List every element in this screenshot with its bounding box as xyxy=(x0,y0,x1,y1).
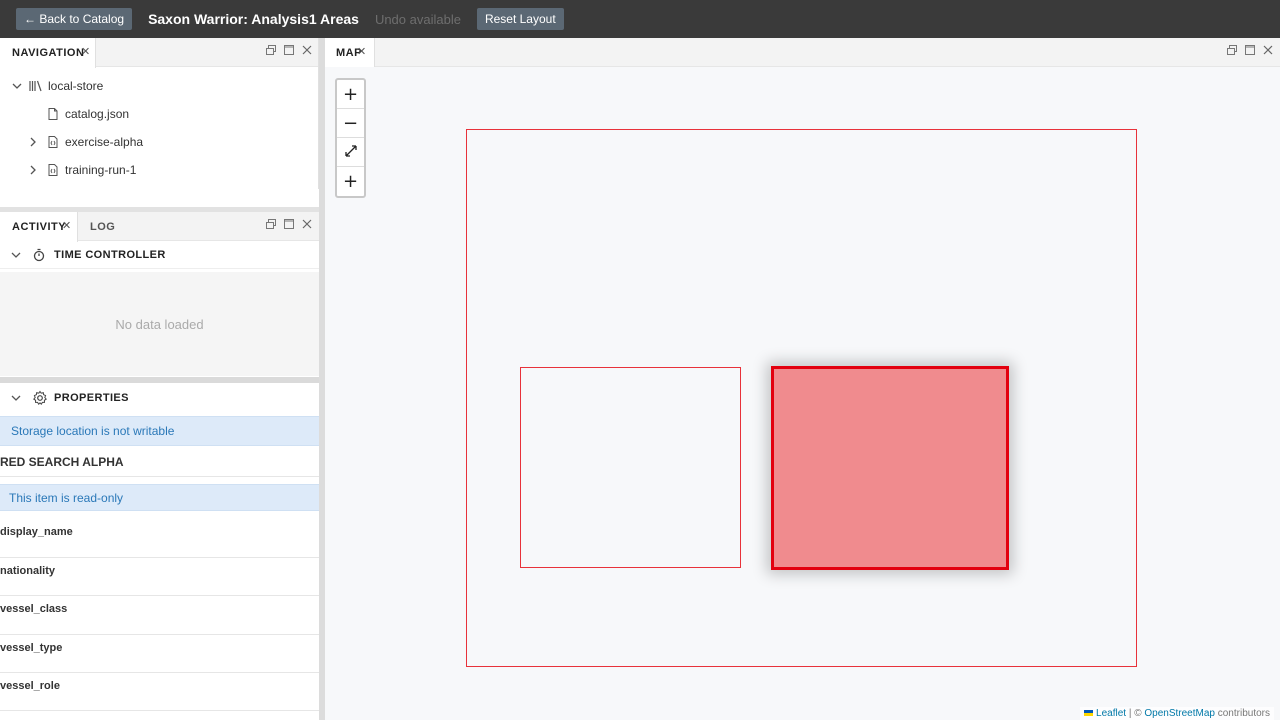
chevron-down-icon[interactable] xyxy=(10,79,24,93)
ukraine-flag-icon xyxy=(1084,710,1094,717)
popout-icon[interactable] xyxy=(265,44,277,56)
property-row[interactable]: nationality xyxy=(0,558,319,596)
tree-item-label: local-store xyxy=(48,79,104,93)
json-file-icon xyxy=(46,135,60,149)
tree-item-label: catalog.json xyxy=(65,107,130,121)
storage-notice: Storage location is not writable xyxy=(0,416,319,446)
tab-log[interactable]: LOG xyxy=(90,212,115,241)
chevron-down-icon[interactable] xyxy=(9,391,23,405)
stopwatch-icon xyxy=(32,248,46,262)
navigation-tabbar: NAVIGATION ✕ xyxy=(0,38,318,68)
tab-log-label: LOG xyxy=(90,220,116,233)
tab-activity-label: ACTIVITY xyxy=(12,221,67,233)
map-zoom-control: + − + xyxy=(335,78,366,198)
top-bar: ← Back to Catalog Saxon Warrior: Analysi… xyxy=(0,0,1280,38)
file-icon xyxy=(46,107,60,121)
map-area-selected[interactable] xyxy=(771,366,1009,570)
activity-tabbar: ACTIVITY ✕ LOG xyxy=(0,212,319,242)
zoom-in-button[interactable]: + xyxy=(337,80,364,109)
leaflet-link[interactable]: Leaflet xyxy=(1096,708,1126,719)
no-data-text: No data loaded xyxy=(115,316,204,332)
attribution-separator: | © xyxy=(1126,708,1145,719)
maximize-icon[interactable] xyxy=(1244,44,1256,56)
json-file-icon xyxy=(46,163,60,177)
tree-item-local-store[interactable]: local-store xyxy=(10,72,103,100)
page-title: Saxon Warrior: Analysis1 Areas xyxy=(148,11,359,27)
property-row[interactable]: vessel_class xyxy=(0,596,319,635)
property-label: vessel_role xyxy=(0,680,60,692)
map-tabbar: MAP ✕ xyxy=(325,38,1280,68)
tree-item-label: exercise-alpha xyxy=(65,135,144,149)
tree-item-exercise-alpha[interactable]: exercise-alpha xyxy=(26,128,143,156)
tree-item-catalog-json[interactable]: catalog.json xyxy=(46,100,129,128)
tree-item-label: training-run-1 xyxy=(65,163,137,177)
close-panel-icon[interactable] xyxy=(301,44,313,56)
item-title-text: RED SEARCH ALPHA xyxy=(0,455,124,469)
item-title: RED SEARCH ALPHA xyxy=(0,448,319,477)
map-canvas[interactable]: + − + Leaflet | © OpenStreetMap contribu… xyxy=(325,67,1280,720)
zoom-out-button[interactable]: − xyxy=(337,109,364,138)
storage-notice-text: Storage location is not writable xyxy=(11,424,175,438)
readonly-notice: This item is read-only xyxy=(0,484,319,511)
property-row[interactable]: vessel_type xyxy=(0,635,319,673)
time-controller-title: TIME CONTROLLER xyxy=(54,248,166,261)
time-controller-header[interactable]: TIME CONTROLLER xyxy=(0,241,319,269)
close-icon[interactable]: ✕ xyxy=(357,46,366,58)
property-label: vessel_type xyxy=(0,642,63,654)
navigation-panel: NAVIGATION ✕ local-store catalog.json ex… xyxy=(0,38,319,189)
osm-link[interactable]: OpenStreetMap xyxy=(1144,708,1215,719)
property-row[interactable]: vessel_role xyxy=(0,673,319,711)
undo-status[interactable]: Undo available xyxy=(375,12,461,27)
tree-item-training-run-1[interactable]: training-run-1 xyxy=(26,156,136,184)
popout-icon[interactable] xyxy=(265,218,277,230)
time-controller-empty: No data loaded xyxy=(0,272,319,376)
property-label: vessel_class xyxy=(0,603,68,615)
close-panel-icon[interactable] xyxy=(1262,44,1274,56)
close-panel-icon[interactable] xyxy=(301,218,313,230)
attribution-contributors: contributors xyxy=(1214,708,1270,719)
section-splitter[interactable] xyxy=(0,377,319,383)
map-area-left[interactable] xyxy=(520,367,741,568)
maximize-icon[interactable] xyxy=(283,44,295,56)
close-icon[interactable]: ✕ xyxy=(81,46,90,58)
fullscreen-button[interactable] xyxy=(337,138,364,167)
back-to-catalog-button[interactable]: ← Back to Catalog xyxy=(16,8,133,30)
tab-navigation-label: NAVIGATION xyxy=(12,47,85,59)
properties-header[interactable]: PROPERTIES xyxy=(0,384,319,412)
chevron-right-icon[interactable] xyxy=(26,135,40,149)
maximize-icon[interactable] xyxy=(283,218,295,230)
readonly-notice-text: This item is read-only xyxy=(9,490,124,505)
close-icon[interactable]: ✕ xyxy=(62,220,71,232)
popout-icon[interactable] xyxy=(1226,44,1238,56)
properties-title: PROPERTIES xyxy=(54,392,129,404)
library-icon xyxy=(28,79,44,93)
chevron-right-icon[interactable] xyxy=(26,163,40,177)
tab-map[interactable]: MAP xyxy=(325,38,375,68)
property-row[interactable]: display_name xyxy=(0,518,319,558)
chevron-down-icon[interactable] xyxy=(9,248,23,262)
fullscreen-icon xyxy=(344,142,358,163)
map-attribution: Leaflet | © OpenStreetMap contributors xyxy=(1080,707,1274,720)
property-label: nationality xyxy=(0,565,56,577)
add-area-button[interactable]: + xyxy=(337,167,364,196)
property-label: display_name xyxy=(0,526,73,538)
reset-layout-button[interactable]: Reset Layout xyxy=(476,8,564,30)
gear-icon xyxy=(32,390,48,406)
